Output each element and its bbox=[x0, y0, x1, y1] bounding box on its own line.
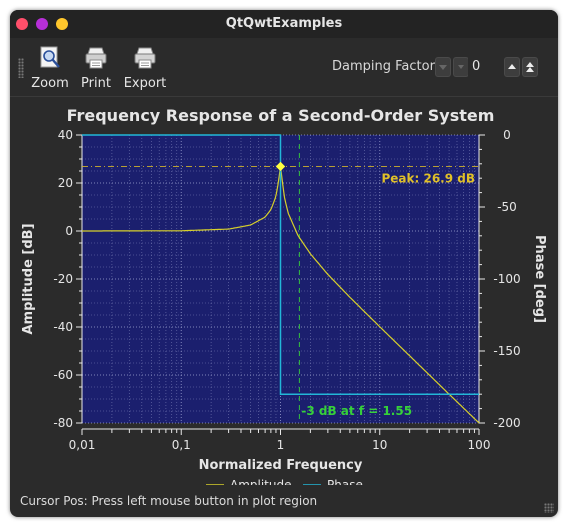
chevron-down-icon bbox=[439, 65, 447, 70]
print-button[interactable]: Print bbox=[72, 44, 120, 92]
export-icon bbox=[134, 47, 156, 69]
x-tick-label: 1 bbox=[277, 438, 285, 452]
cutoff-annotation-label: -3 dB at f = 1.55 bbox=[301, 404, 412, 418]
export-label: Export bbox=[123, 76, 167, 91]
y-axis-title: Amplitude [dB] bbox=[21, 223, 36, 334]
y-tick-label: 40 bbox=[58, 128, 73, 142]
y-tick-label: -60 bbox=[53, 368, 73, 382]
y-tick-label: 20 bbox=[58, 176, 73, 190]
legend-label-amplitude: Amplitude bbox=[230, 478, 292, 485]
zoom-label: Zoom bbox=[31, 76, 69, 91]
toolbar-drag-handle[interactable] bbox=[18, 58, 24, 78]
y2-tick-label: 0 bbox=[503, 128, 511, 142]
y-tick-label: -80 bbox=[53, 416, 73, 430]
y2-axis-title: Phase [deg] bbox=[532, 235, 547, 323]
x-tick-label: 0,01 bbox=[69, 438, 96, 452]
export-button[interactable]: Export bbox=[121, 44, 169, 92]
status-bar-text: Cursor Pos: Press left mouse button in p… bbox=[20, 494, 318, 508]
damping-step-down-button[interactable] bbox=[435, 57, 451, 77]
title-bar: QtQwtExamples bbox=[10, 10, 558, 38]
x-axis-title: Normalized Frequency bbox=[199, 458, 363, 473]
y-tick-label: 0 bbox=[65, 224, 73, 238]
legend-label-phase: Phase bbox=[327, 478, 363, 485]
chart-title: Frequency Response of a Second-Order Sys… bbox=[67, 106, 495, 125]
damping-step-up-large-button[interactable] bbox=[522, 57, 538, 77]
y2-tick-label: -200 bbox=[493, 416, 520, 430]
print-icon bbox=[85, 47, 107, 69]
zoom-icon bbox=[40, 46, 60, 68]
zoom-button[interactable]: Zoom bbox=[26, 44, 74, 92]
x-tick-label: 10 bbox=[372, 438, 387, 452]
peak-annotation-label: Peak: 26.9 dB bbox=[381, 171, 475, 185]
damping-step-up-button[interactable] bbox=[504, 57, 520, 77]
damping-factor-label: Damping Factor bbox=[332, 59, 435, 74]
print-label: Print bbox=[81, 76, 111, 91]
damping-factor-value: 0 bbox=[472, 59, 481, 74]
y2-tick-label: -50 bbox=[497, 200, 517, 214]
frequency-response-chart[interactable]: 0,01 0,1 1 10 100 40 20 0 -20 -40 -60 -80 0 -50 -100 -1… bbox=[10, 97, 558, 492]
y2-tick-label: -100 bbox=[493, 272, 520, 286]
app-window: QtQwtExamples Zoom Print Export Damping … bbox=[10, 10, 558, 517]
x-tick-label: 0,1 bbox=[172, 438, 191, 452]
y-tick-label: -40 bbox=[53, 320, 73, 334]
window-title: QtQwtExamples bbox=[225, 16, 343, 31]
damping-step-down-small-button[interactable] bbox=[453, 57, 469, 77]
y2-tick-label: -150 bbox=[493, 344, 520, 358]
chevron-down-icon bbox=[458, 65, 464, 69]
resize-grip[interactable] bbox=[544, 503, 554, 513]
plot-widget[interactable]: 0,01 0,1 1 10 100 40 20 0 -20 -40 -60 -80 0 -50 -100 -1… bbox=[10, 97, 558, 492]
toolbar: Zoom Print Export Damping Factor 0 bbox=[10, 38, 558, 97]
chevron-up-icon bbox=[508, 64, 516, 69]
double-chevron-up-icon bbox=[526, 62, 534, 72]
y-tick-label: -20 bbox=[53, 272, 73, 286]
x-tick-label: 100 bbox=[468, 438, 491, 452]
